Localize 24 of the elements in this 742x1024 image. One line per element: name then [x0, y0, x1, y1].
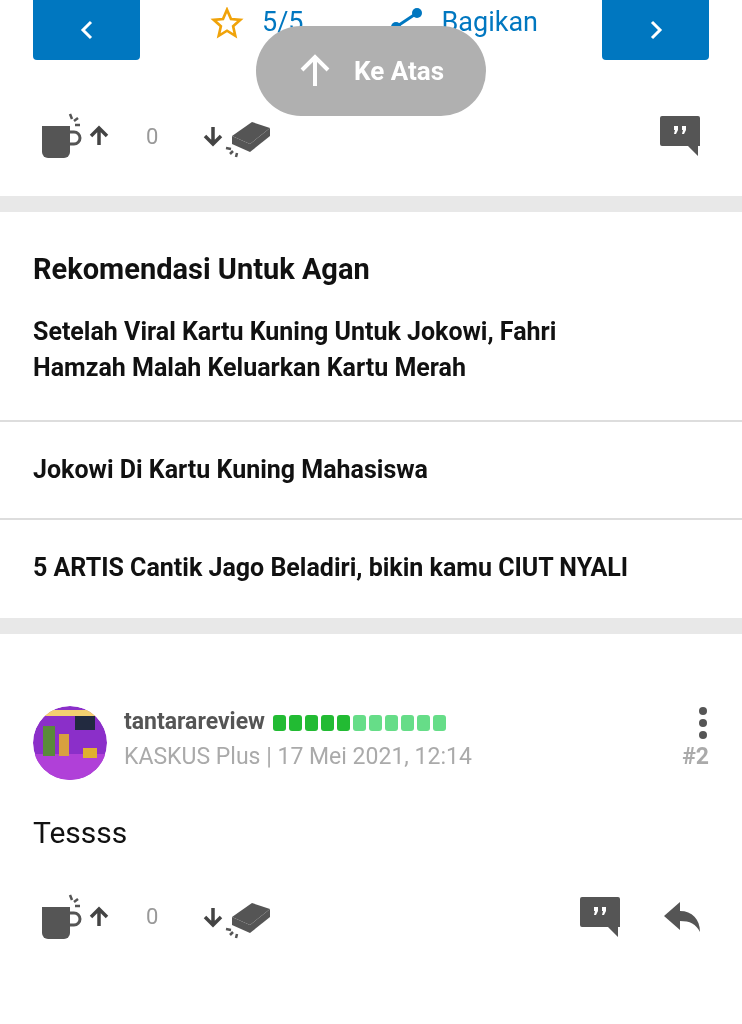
- username[interactable]: tantarareview: [124, 705, 265, 740]
- chevron-left-icon: [79, 19, 94, 41]
- recommendation-link[interactable]: Setelah Viral Kartu Kuning Untuk Jokowi, Fahri Hamzah Malah Keluarkan Kartu Merah: [0, 291, 742, 420]
- vote-count: 0: [146, 122, 159, 151]
- post-body: Tessss: [32, 813, 129, 852]
- upvote-arrow-icon[interactable]: [88, 125, 110, 147]
- downvote-arrow-icon[interactable]: [202, 125, 225, 147]
- coffee-cup-icon[interactable]: [40, 112, 84, 160]
- post-meta: KASKUS Plus | 17 Mei 2021, 12:14: [124, 742, 472, 773]
- recommendation-link[interactable]: Jokowi Di Kartu Kuning Mahasiswa: [0, 421, 742, 518]
- section-title: Rekomendasi Untuk Agan: [32, 251, 371, 288]
- chevron-right-icon: [648, 19, 663, 41]
- arrow-up-icon: [298, 54, 332, 88]
- upvote-arrow-icon[interactable]: [88, 905, 110, 928]
- quote-icon[interactable]: [578, 894, 622, 939]
- star-icon[interactable]: [210, 6, 244, 39]
- coffee-cup-icon[interactable]: [40, 892, 84, 941]
- post-number: #2: [682, 742, 709, 773]
- quote-icon[interactable]: [658, 114, 702, 158]
- more-options-icon[interactable]: [697, 705, 709, 740]
- recommendation-link[interactable]: 5 ARTIS Cantik Jago Beladiri, bikin kamu CIUT NYALI: [0, 519, 742, 616]
- vote-count: 0: [146, 903, 159, 931]
- downvote-arrow-icon[interactable]: [202, 905, 225, 928]
- reply-icon[interactable]: [662, 899, 702, 934]
